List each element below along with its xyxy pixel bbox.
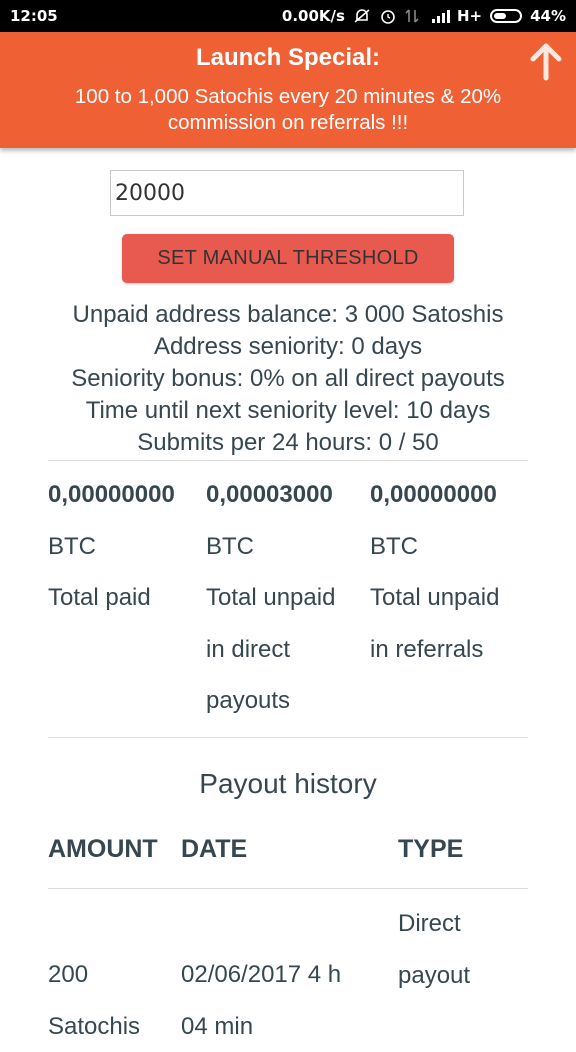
row-date-line: 04 min (181, 1001, 341, 1052)
address-info: Unpaid address balance: 3 000 Satoshis A… (0, 299, 576, 459)
stat-total-paid: 0,00000000 BTC Total paid (48, 469, 175, 624)
banner-message-line: 100 to 1,000 Satochis every 20 minutes &… (30, 84, 546, 110)
seniority-bonus: Seniority bonus: 0% on all direct payout… (0, 363, 576, 395)
network-type: H+ (457, 7, 482, 25)
stat-label: Total unpaid (206, 572, 335, 624)
threshold-input[interactable] (110, 170, 464, 216)
row-amount: 200 Satochis (48, 949, 140, 1052)
banner-message-line: commission on referrals !!! (30, 110, 546, 136)
stat-label: in direct (206, 624, 335, 676)
next-seniority-level: Time until next seniority level: 10 days (0, 395, 576, 427)
submits-per-24h: Submits per 24 hours: 0 / 50 (0, 427, 576, 459)
data-arrows-icon (405, 8, 423, 24)
stat-unit: BTC (370, 521, 499, 573)
payout-history-title: Payout history (0, 768, 576, 800)
stat-label: Total paid (48, 572, 175, 624)
divider (48, 460, 528, 461)
stat-total-unpaid-direct: 0,00003000 BTC Total unpaid in direct pa… (206, 469, 335, 727)
set-manual-threshold-button[interactable]: SET MANUAL THRESHOLD (122, 234, 454, 283)
divider (48, 888, 528, 889)
divider (48, 737, 528, 738)
row-date-line: 02/06/2017 4 h (181, 949, 341, 1001)
signal-icon (431, 8, 449, 24)
row-date: 02/06/2017 4 h 04 min (181, 949, 341, 1052)
stat-unit: BTC (206, 521, 335, 573)
row-type-line: Direct (398, 898, 470, 950)
banner-title: Launch Special: (0, 44, 576, 72)
stat-total-unpaid-referrals: 0,00000000 BTC Total unpaid in referrals (370, 469, 499, 675)
status-icons: 0.00K/s H+ 44% (282, 7, 566, 25)
stat-amount: 0,00003000 (206, 469, 335, 521)
battery-level: 44% (530, 7, 566, 25)
status-time: 12:05 (10, 7, 58, 25)
stat-amount: 0,00000000 (370, 469, 499, 521)
column-header-type: TYPE (398, 835, 463, 864)
alarm-icon (379, 8, 397, 24)
row-amount-line: 200 (48, 949, 140, 1001)
stat-label: Total unpaid (370, 572, 499, 624)
row-amount-line: Satochis (48, 1001, 140, 1052)
battery-icon (490, 9, 522, 23)
address-seniority: Address seniority: 0 days (0, 331, 576, 363)
column-header-amount: AMOUNT (48, 835, 158, 864)
row-type-line: payout (398, 950, 470, 1002)
stat-amount: 0,00000000 (48, 469, 175, 521)
row-type: Direct payout (398, 898, 470, 1001)
mute-icon (353, 8, 371, 24)
scroll-top-arrow-icon[interactable] (528, 42, 564, 82)
unpaid-balance: Unpaid address balance: 3 000 Satoshis (0, 299, 576, 331)
stat-unit: BTC (48, 521, 175, 573)
stat-label: payouts (206, 675, 335, 727)
column-header-date: DATE (181, 835, 247, 864)
launch-special-banner: Launch Special: 100 to 1,000 Satochis ev… (0, 32, 576, 148)
net-speed: 0.00K/s (282, 7, 345, 25)
stat-label: in referrals (370, 624, 499, 676)
banner-message: 100 to 1,000 Satochis every 20 minutes &… (30, 84, 546, 136)
status-bar: 12:05 0.00K/s H+ 44% (0, 0, 576, 32)
